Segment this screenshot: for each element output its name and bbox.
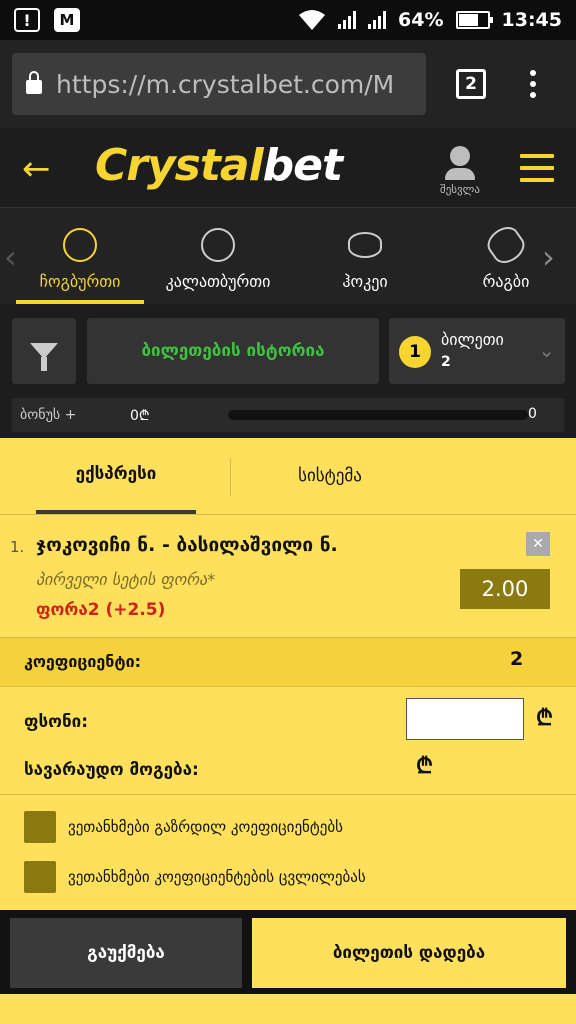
- menu-icon[interactable]: [520, 154, 554, 190]
- ticket-number: 2: [441, 354, 451, 370]
- potential-win-label: სავარაუდო მოგება:: [24, 760, 199, 780]
- url-bar[interactable]: https://m.crystalbet.com/M: [12, 53, 426, 115]
- sport-tab-hockey[interactable]: ჰოკეი: [320, 208, 410, 304]
- ticket-label: ბილეთი: [441, 330, 504, 349]
- stake-label: ფსონი:: [24, 712, 89, 732]
- wifi-icon: [299, 10, 326, 30]
- bonus-value: 0₾: [130, 408, 150, 424]
- checkbox-label: ვეთანხმები გაზრდილ კოეფიციენტებს: [68, 818, 343, 836]
- divider: [0, 514, 576, 515]
- divider: [0, 686, 576, 687]
- sport-tab-basketball[interactable]: კალათბურთი: [150, 208, 286, 304]
- stake-input[interactable]: [406, 698, 524, 740]
- browser-menu-icon[interactable]: [530, 70, 536, 98]
- chevron-right-icon[interactable]: ›: [542, 238, 555, 276]
- ticket-count-badge: 1: [399, 336, 431, 368]
- sport-tab-rugby[interactable]: რაგბი: [466, 208, 546, 304]
- lock-icon: [26, 71, 42, 94]
- bonus-end-value: 0: [528, 406, 537, 422]
- login-label: შესვლა: [440, 183, 480, 196]
- bottom-strip: [0, 994, 576, 1024]
- divider: [0, 794, 576, 795]
- hockey-puck-icon: [348, 232, 382, 258]
- crystalbet-logo[interactable]: Crystalbet: [95, 140, 343, 191]
- coefficient-row: კოეფიციენტი: 2: [0, 638, 576, 686]
- sport-tab-label: ჩოგბურთი: [39, 272, 121, 291]
- gmail-icon: M: [54, 8, 80, 32]
- filter-icon: [30, 343, 58, 371]
- chevron-down-icon: ⌄: [538, 338, 555, 362]
- checkbox-label: ვეთანხმები კოეფიციენტების ცვლილებას: [68, 868, 366, 886]
- status-bar: ! M 64% 13:45: [0, 0, 576, 40]
- tab-express[interactable]: ექსპრესი: [36, 438, 196, 514]
- browser-toolbar: https://m.crystalbet.com/M 2: [0, 40, 576, 128]
- ticket-history-button[interactable]: ბილეთების ისტორია: [87, 318, 379, 384]
- ticket-selector[interactable]: 1 ბილეთი 2 ⌄: [389, 318, 565, 384]
- signal-icon-2: [368, 11, 387, 29]
- cancel-button[interactable]: გაუქმება: [10, 918, 242, 988]
- coefficient-value: 2: [510, 648, 524, 670]
- bet-selection: ფორა2 (+2.5): [36, 600, 166, 620]
- accept-odds-changes-checkbox[interactable]: [24, 861, 56, 893]
- sport-tab-tennis[interactable]: ჩოგბურთი: [16, 208, 144, 304]
- bet-match: ჯოკოვიჩი ნ. - ბასილაშვილი ნ.: [36, 534, 338, 556]
- accept-increased-odds-option[interactable]: ვეთანხმები გაზრდილ კოეფიციენტებს: [24, 810, 564, 844]
- sport-tab-label: კალათბურთი: [165, 272, 271, 291]
- tab-system[interactable]: სისტემა: [250, 438, 410, 514]
- user-icon: [432, 146, 488, 180]
- lari-currency-icon: ₾: [416, 754, 433, 779]
- signal-icon: [338, 11, 357, 29]
- close-icon[interactable]: ✕: [526, 532, 550, 556]
- logo-secondary: bet: [262, 140, 343, 191]
- bet-market: პირველი სეტის ფორა*: [36, 570, 216, 589]
- accept-odds-changes-option[interactable]: ვეთანხმები კოეფიციენტების ცვლილებას: [24, 860, 564, 894]
- betslip-footer: გაუქმება ბილეთის დადება: [0, 910, 576, 994]
- lari-currency-icon: ₾: [536, 706, 553, 731]
- rugby-ball-icon: [482, 221, 530, 269]
- sport-tab-label: რაგბი: [482, 272, 530, 291]
- coefficient-label: კოეფიციენტი:: [24, 652, 141, 671]
- filter-button[interactable]: [12, 318, 76, 384]
- betslip-panel: ექსპრესი სისტემა 1. ჯოკოვიჩი ნ. - ბასილა…: [0, 438, 576, 910]
- back-arrow-icon[interactable]: ←: [22, 152, 51, 186]
- tab-divider: [230, 458, 231, 496]
- bet-number: 1.: [10, 538, 25, 556]
- sports-tabs: ‹ ჩოგბურთი კალათბურთი ჰოკეი რაგბი ›: [0, 208, 576, 304]
- place-bet-button[interactable]: ბილეთის დადება: [252, 918, 566, 988]
- ticket-controls: ბილეთების ისტორია 1 ბილეთი 2 ⌄ ბონუს + 0…: [0, 304, 576, 438]
- logo-primary: Crystal: [95, 140, 264, 191]
- alert-icon: !: [14, 8, 40, 32]
- bonus-label: ბონუს +: [20, 407, 77, 423]
- login-button[interactable]: შესვლა: [432, 146, 488, 196]
- battery-icon: [455, 11, 493, 29]
- battery-percent: 64%: [398, 9, 444, 31]
- tennis-ball-icon: [63, 228, 97, 262]
- bet-item: 1. ჯოკოვიჩი ნ. - ბასილაშვილი ნ. პირველი …: [0, 522, 576, 638]
- chevron-left-icon[interactable]: ‹: [4, 238, 17, 276]
- clock: 13:45: [501, 9, 562, 31]
- app-header: ← Crystalbet შესვლა: [0, 128, 576, 208]
- betslip-tabs: ექსპრესი სისტემა: [0, 438, 576, 514]
- bonus-progress-bar: [228, 410, 528, 420]
- tab-switcher-button[interactable]: 2: [456, 69, 486, 99]
- bonus-progress: ბონუს + 0₾ 0: [12, 398, 564, 432]
- bet-odds: 2.00: [460, 569, 550, 609]
- basketball-icon: [201, 228, 235, 262]
- accept-increased-odds-checkbox[interactable]: [24, 811, 56, 843]
- sport-tab-label: ჰოკეი: [342, 272, 388, 291]
- url-text: https://m.crystalbet.com/M: [56, 69, 395, 99]
